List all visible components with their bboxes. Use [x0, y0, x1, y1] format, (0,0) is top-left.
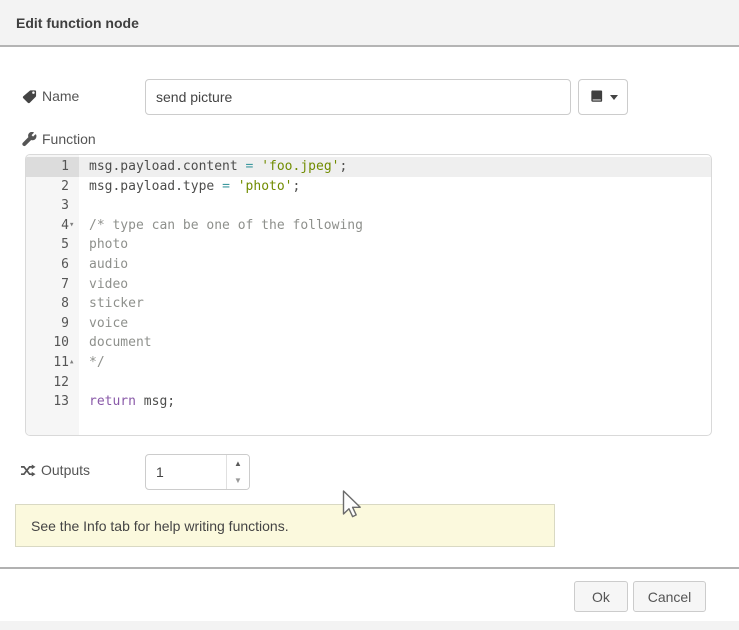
code-line-4[interactable]: 4▾/* type can be one of the following — [26, 216, 711, 236]
code-text: /* type can be one of the following — [79, 216, 711, 236]
code-line-11[interactable]: 11▴*/ — [26, 353, 711, 373]
code-text: audio — [79, 255, 711, 275]
spinner-buttons: ▲ ▼ — [226, 455, 249, 489]
code-text: return msg; — [79, 392, 711, 412]
line-number: 2 — [26, 177, 79, 197]
fold-close-icon[interactable]: ▴ — [69, 353, 79, 373]
book-icon — [589, 89, 604, 105]
line-number: 9 — [26, 314, 79, 334]
ok-button[interactable]: Ok — [574, 581, 628, 612]
code-line-1[interactable]: 1msg.payload.content = 'foo.jpeg'; — [26, 157, 711, 177]
edit-function-node-dialog: Edit function node Name Function 1msg.pa… — [0, 0, 739, 630]
line-number: 4▾ — [26, 216, 79, 236]
function-code-editor[interactable]: 1msg.payload.content = 'foo.jpeg';2msg.p… — [25, 154, 712, 436]
wrench-icon — [22, 132, 37, 147]
caret-down-icon — [610, 95, 618, 100]
cancel-button[interactable]: Cancel — [633, 581, 706, 612]
code-line-13[interactable]: 13return msg; — [26, 392, 711, 412]
line-number: 6 — [26, 255, 79, 275]
code-line-10[interactable]: 10document — [26, 333, 711, 353]
code-line-6[interactable]: 6audio — [26, 255, 711, 275]
library-button[interactable] — [578, 79, 628, 115]
code-text: msg.payload.content = 'foo.jpeg'; — [79, 157, 711, 177]
code-line-8[interactable]: 8sticker — [26, 294, 711, 314]
dialog-header: Edit function node — [0, 0, 739, 47]
code-line-2[interactable]: 2msg.payload.type = 'photo'; — [26, 177, 711, 197]
code-line-7[interactable]: 7video — [26, 275, 711, 295]
code-text: */ — [79, 353, 711, 373]
line-number: 12 — [26, 373, 79, 393]
name-input[interactable] — [145, 79, 571, 115]
code-text: document — [79, 333, 711, 353]
code-line-12[interactable]: 12 — [26, 373, 711, 393]
line-number: 13 — [26, 392, 79, 412]
code-line-9[interactable]: 9voice — [26, 314, 711, 334]
code-text — [79, 373, 711, 393]
code-line-5[interactable]: 5photo — [26, 235, 711, 255]
name-label: Name — [22, 88, 79, 104]
line-number: 1 — [26, 157, 79, 177]
function-label-text: Function — [42, 131, 96, 147]
outputs-label: Outputs — [20, 462, 90, 478]
name-label-text: Name — [42, 88, 79, 104]
footer-divider — [0, 567, 739, 569]
function-label: Function — [22, 131, 96, 147]
fold-open-icon[interactable]: ▾ — [69, 216, 79, 236]
outputs-input[interactable] — [146, 455, 226, 489]
outputs-label-text: Outputs — [41, 462, 90, 478]
code-text: video — [79, 275, 711, 295]
line-number: 11▴ — [26, 353, 79, 373]
code-text: photo — [79, 235, 711, 255]
shuffle-icon — [20, 463, 36, 478]
outputs-spinner: ▲ ▼ — [145, 454, 250, 490]
code-text: msg.payload.type = 'photo'; — [79, 177, 711, 197]
code-text: sticker — [79, 294, 711, 314]
line-number: 8 — [26, 294, 79, 314]
spinner-down-button[interactable]: ▼ — [227, 472, 249, 489]
line-number: 5 — [26, 235, 79, 255]
code-text — [79, 196, 711, 216]
line-number: 7 — [26, 275, 79, 295]
line-number: 10 — [26, 333, 79, 353]
tag-icon — [22, 89, 37, 104]
info-tip: See the Info tab for help writing functi… — [15, 504, 555, 547]
code-text: voice — [79, 314, 711, 334]
line-number: 3 — [26, 196, 79, 216]
code-line-3[interactable]: 3 — [26, 196, 711, 216]
info-tip-text: See the Info tab for help writing functi… — [31, 518, 289, 534]
dialog-title: Edit function node — [16, 15, 139, 31]
spinner-up-button[interactable]: ▲ — [227, 455, 249, 472]
dialog-bottom-strip — [0, 621, 739, 630]
